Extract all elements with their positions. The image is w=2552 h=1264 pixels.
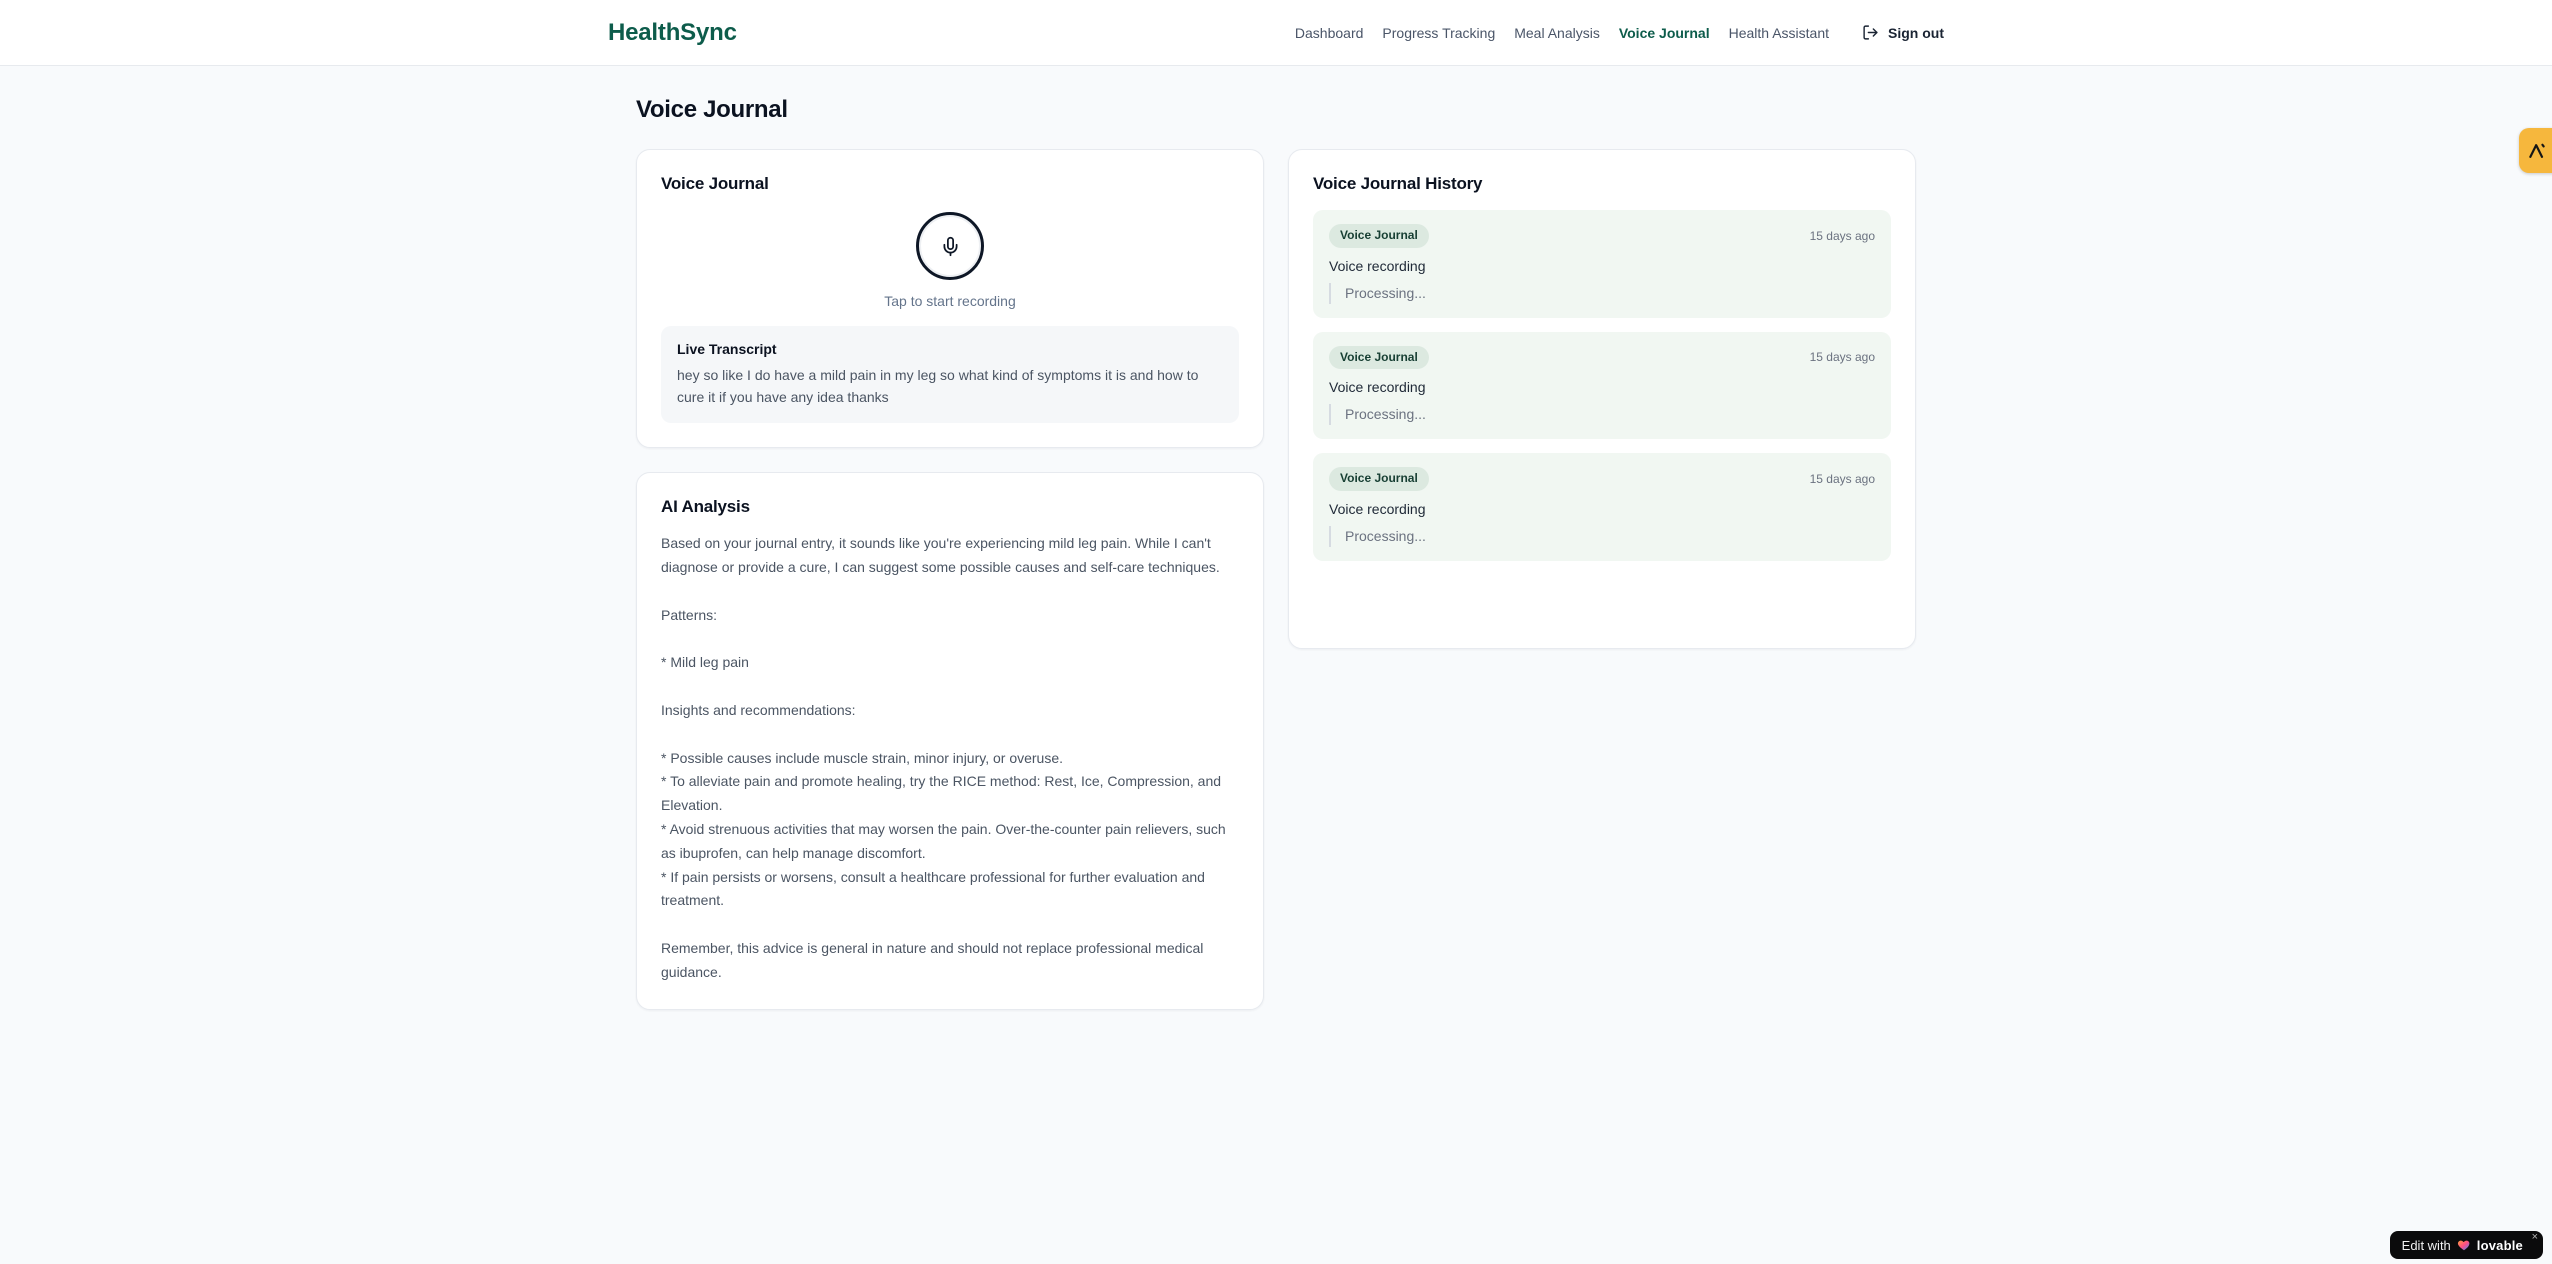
history-entry-header: Voice Journal 15 days ago <box>1329 345 1875 370</box>
close-icon[interactable]: × <box>2532 1232 2538 1243</box>
live-transcript-panel: Live Transcript hey so like I do have a … <box>661 326 1239 424</box>
edit-with-label: Edit with <box>2401 1237 2451 1253</box>
entry-type-badge: Voice Journal <box>1329 467 1429 491</box>
app-logo[interactable]: HealthSync <box>608 19 737 47</box>
tap-to-record-hint: Tap to start recording <box>884 293 1016 309</box>
entry-status: Processing... <box>1329 404 1875 426</box>
content-grid: Voice Journal Tap to start recording Liv… <box>636 149 1916 1010</box>
nav-item-meal-analysis[interactable]: Meal Analysis <box>1514 25 1600 41</box>
voice-journal-history-card: Voice Journal History Voice Journal 15 d… <box>1288 149 1916 649</box>
top-navigation-bar: HealthSync Dashboard Progress Tracking M… <box>0 0 2552 66</box>
entry-label: Voice recording <box>1329 500 1426 517</box>
history-entry: Voice Journal 15 days ago Voice recordin… <box>1313 210 1891 318</box>
lovable-logo-icon <box>2527 141 2547 161</box>
entry-timestamp: 15 days ago <box>1809 228 1875 243</box>
ai-analysis-card: AI Analysis Based on your journal entry,… <box>636 472 1264 1010</box>
history-list: Voice Journal 15 days ago Voice recordin… <box>1313 210 1891 561</box>
entry-label: Voice recording <box>1329 379 1426 396</box>
entry-type-badge: Voice Journal <box>1329 224 1429 248</box>
recorder-body: Tap to start recording Live Transcript h… <box>661 194 1239 424</box>
right-column: Voice Journal History Voice Journal 15 d… <box>1288 149 1916 649</box>
recorder-card-title: Voice Journal <box>661 174 769 193</box>
history-card-title: Voice Journal History <box>1313 174 1483 193</box>
sign-out-button[interactable]: Sign out <box>1862 24 1944 41</box>
nav-item-progress-tracking[interactable]: Progress Tracking <box>1382 25 1495 41</box>
nav-item-voice-journal[interactable]: Voice Journal <box>1619 25 1710 41</box>
live-transcript-text: hey so like I do have a mild pain in my … <box>677 367 1199 405</box>
live-transcript-title: Live Transcript <box>677 341 777 357</box>
entry-timestamp: 15 days ago <box>1809 350 1875 365</box>
history-entry-header: Voice Journal 15 days ago <box>1329 467 1875 491</box>
history-entry: Voice Journal 15 days ago Voice recordin… <box>1313 453 1891 561</box>
main-nav: Dashboard Progress Tracking Meal Analysi… <box>1295 24 1944 41</box>
header-container: HealthSync Dashboard Progress Tracking M… <box>594 19 1958 47</box>
entry-status: Processing... <box>1329 282 1875 304</box>
record-button[interactable] <box>916 212 984 280</box>
entry-timestamp: 15 days ago <box>1809 471 1875 486</box>
log-out-icon <box>1862 24 1879 41</box>
ai-analysis-title: AI Analysis <box>661 497 750 517</box>
voice-recorder-card: Voice Journal Tap to start recording Liv… <box>636 149 1264 449</box>
lovable-side-tab-button[interactable] <box>2519 128 2552 173</box>
entry-type-badge: Voice Journal <box>1329 345 1429 370</box>
sign-out-label: Sign out <box>1888 24 1944 41</box>
microphone-icon <box>940 236 961 257</box>
history-entry: Voice Journal 15 days ago Voice recordin… <box>1313 331 1891 440</box>
ai-analysis-text: Based on your journal entry, it sounds l… <box>661 535 1226 980</box>
main-content: Voice Journal Voice Journal Tap to start… <box>636 66 1916 1010</box>
entry-status: Processing... <box>1329 525 1875 547</box>
nav-item-health-assistant[interactable]: Health Assistant <box>1729 25 1829 41</box>
lovable-brand-label: lovable <box>2476 1237 2523 1253</box>
nav-item-dashboard[interactable]: Dashboard <box>1295 25 1364 41</box>
left-column: Voice Journal Tap to start recording Liv… <box>636 149 1264 1010</box>
page-title: Voice Journal <box>636 96 788 123</box>
lovable-heart-icon <box>2457 1238 2471 1252</box>
edit-with-lovable-badge[interactable]: Edit with lovable × <box>2389 1231 2543 1259</box>
entry-label: Voice recording <box>1329 257 1426 274</box>
history-entry-header: Voice Journal 15 days ago <box>1329 224 1875 248</box>
